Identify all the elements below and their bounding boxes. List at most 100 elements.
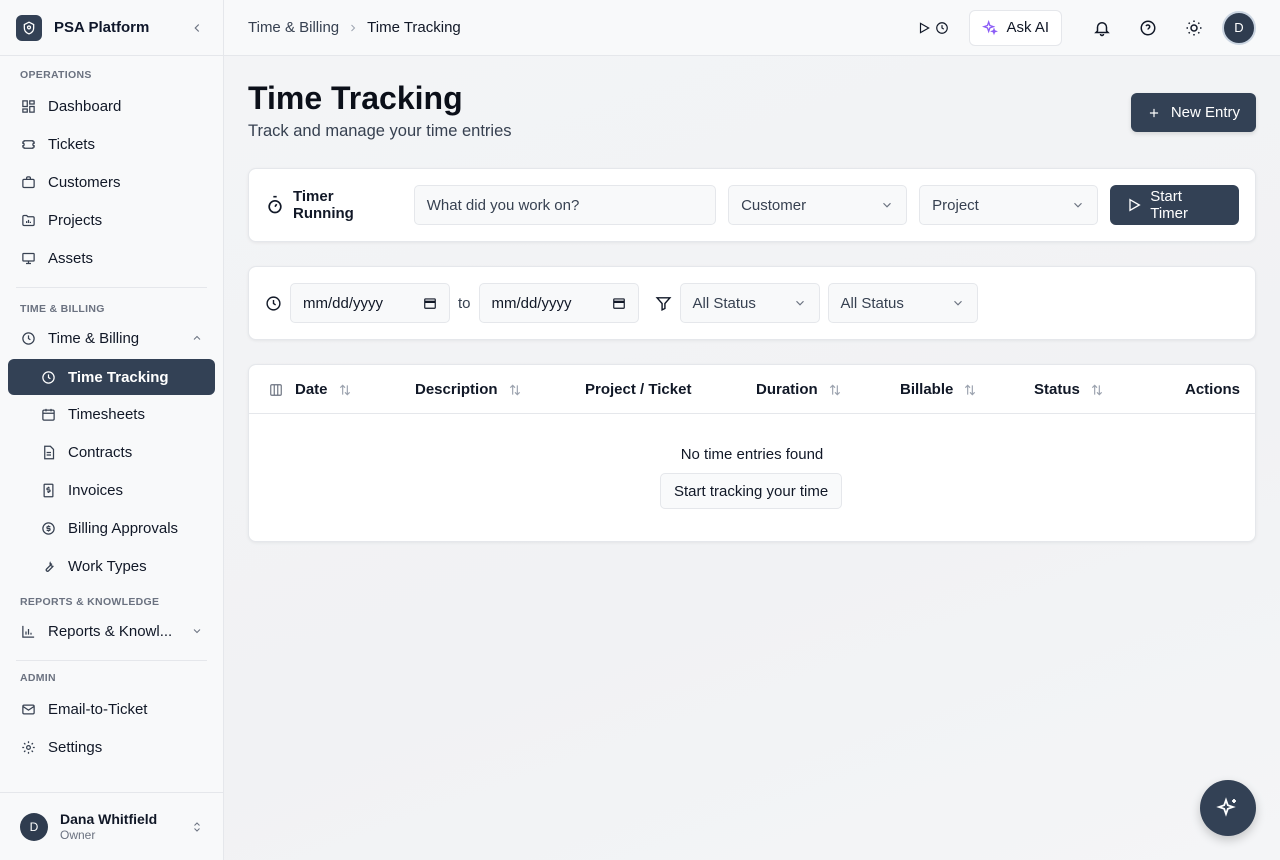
avatar: D	[20, 812, 48, 841]
billable-filter-select[interactable]: All Status	[827, 283, 978, 323]
mail-icon	[20, 701, 36, 717]
column-duration[interactable]: Duration	[756, 365, 842, 414]
sidebar-item-time-billing[interactable]: Time & Billing	[8, 320, 215, 356]
monitor-icon	[20, 250, 36, 266]
column-label: Project / Ticket	[585, 381, 692, 398]
sidebar-item-label: Settings	[48, 738, 103, 756]
clock-icon	[935, 21, 949, 35]
start-tracking-button[interactable]: Start tracking your time	[660, 473, 843, 509]
chevron-down-icon	[880, 198, 894, 212]
sidebar-item-label: Customers	[48, 173, 121, 191]
sidebar-item-invoices[interactable]: Invoices	[8, 472, 215, 508]
timer-status-label: Timer Running	[293, 188, 354, 222]
section-label-admin: ADMIN	[20, 672, 56, 684]
sidebar-item-time-tracking[interactable]: Time Tracking	[8, 359, 215, 395]
sort-arrows-icon	[963, 383, 977, 397]
sidebar-item-email-to-ticket[interactable]: Email-to-Ticket	[8, 691, 215, 727]
status-filter-select[interactable]: All Status	[679, 283, 820, 323]
brand-name: PSA Platform	[54, 19, 150, 36]
ai-assistant-fab[interactable]	[1200, 780, 1256, 836]
clock-icon	[40, 369, 56, 385]
sidebar-divider	[16, 660, 207, 661]
gear-icon	[20, 739, 36, 755]
bell-icon[interactable]	[1084, 10, 1120, 46]
chevron-down-icon	[1071, 198, 1085, 212]
brand: PSA Platform	[0, 0, 223, 56]
sidebar-item-label: Reports & Knowl...	[48, 622, 173, 640]
wrench-icon	[40, 558, 56, 574]
date-range-to-label: to	[458, 294, 471, 312]
sparkles-icon	[982, 19, 999, 36]
sparkles-icon	[1216, 796, 1240, 820]
section-label-time-billing: TIME & BILLING	[20, 303, 105, 315]
sidebar-item-label: Timesheets	[68, 405, 145, 423]
section-label-reports: REPORTS & KNOWLEDGE	[20, 596, 160, 608]
bar-chart-icon	[20, 623, 36, 639]
customer-select[interactable]: Customer	[728, 185, 908, 225]
calendar-icon[interactable]	[423, 296, 437, 310]
breadcrumb-time-billing[interactable]: Time & Billing	[248, 19, 339, 36]
start-timer-button[interactable]: Start Timer	[1110, 185, 1239, 225]
sidebar-item-label: Projects	[48, 211, 103, 229]
sidebar-item-work-types[interactable]: Work Types	[8, 548, 215, 584]
sidebar-item-assets[interactable]: Assets	[8, 240, 215, 276]
sidebar-item-projects[interactable]: Projects	[8, 202, 215, 238]
section-label-operations: OPERATIONS	[20, 69, 92, 81]
project-select[interactable]: Project	[919, 185, 1099, 225]
sun-icon[interactable]	[1176, 10, 1212, 46]
column-date[interactable]: Date	[295, 365, 352, 414]
calendar-icon	[40, 406, 56, 422]
column-description[interactable]: Description	[415, 365, 522, 414]
user-role: Owner	[60, 828, 96, 842]
timer-status: Timer Running	[265, 188, 398, 222]
column-status[interactable]: Status	[1034, 365, 1104, 414]
column-label: Billable	[900, 381, 954, 398]
timer-description-input[interactable]: What did you work on?	[413, 185, 717, 225]
column-label: Description	[415, 381, 498, 398]
ask-ai-button[interactable]: Ask AI	[969, 9, 1062, 46]
column-visibility-button[interactable]	[269, 365, 283, 414]
project-select-value: Project	[932, 196, 979, 214]
topbar: Time & Billing Time Tracking Ask AI D	[224, 0, 1280, 56]
sidebar-item-contracts[interactable]: Contracts	[8, 434, 215, 470]
stopwatch-icon	[265, 195, 285, 215]
sidebar-item-tickets[interactable]: Tickets	[8, 126, 215, 162]
breadcrumb-time-tracking: Time Tracking	[367, 19, 461, 36]
sidebar-divider	[16, 287, 207, 288]
clock-icon	[265, 295, 282, 312]
column-label: Duration	[756, 381, 818, 398]
play-icon	[1126, 197, 1142, 213]
ticket-icon	[20, 136, 36, 152]
sidebar-item-reports[interactable]: Reports & Knowl...	[8, 613, 215, 649]
filter-card: mm/dd/yyyy to mm/dd/yyyy All Status All …	[248, 266, 1256, 340]
new-entry-button[interactable]: New Entry	[1130, 93, 1256, 132]
date-to-input[interactable]: mm/dd/yyyy	[478, 283, 639, 323]
column-billable[interactable]: Billable	[900, 365, 977, 414]
status-filter-value: All Status	[692, 294, 756, 312]
column-label: Actions	[1185, 381, 1241, 398]
new-entry-label: New Entry	[1170, 104, 1240, 121]
sidebar-item-dashboard[interactable]: Dashboard	[8, 88, 215, 124]
sidebar-item-timesheets[interactable]: Timesheets	[8, 396, 215, 432]
date-from-input[interactable]: mm/dd/yyyy	[290, 283, 450, 323]
sidebar-item-label: Email-to-Ticket	[48, 700, 148, 718]
help-circle-icon[interactable]	[1130, 10, 1166, 46]
dashboard-grid-icon	[20, 98, 36, 114]
calendar-icon[interactable]	[612, 296, 626, 310]
quick-timer-button[interactable]	[917, 21, 949, 35]
dollar-circle-icon	[40, 520, 56, 536]
date-to-value: mm/dd/yyyy	[491, 294, 572, 312]
sidebar-item-settings[interactable]: Settings	[8, 729, 215, 765]
sidebar-item-billing-approvals[interactable]: Billing Approvals	[8, 510, 215, 546]
ask-ai-label: Ask AI	[1006, 19, 1049, 36]
folder-chart-icon	[20, 212, 36, 228]
avatar[interactable]: D	[1222, 10, 1256, 45]
sidebar-item-customers[interactable]: Customers	[8, 164, 215, 200]
sidebar-item-label: Assets	[48, 249, 94, 267]
billable-filter-value: All Status	[840, 294, 904, 312]
collapse-sidebar-chevron-left-icon[interactable]	[187, 18, 207, 38]
time-entries-table: Date Description Project / Ticket Durati…	[248, 364, 1256, 542]
sort-arrows-icon	[1090, 383, 1104, 397]
user-menu[interactable]: D Dana Whitfield Owner	[0, 792, 223, 860]
sort-arrows-icon	[338, 383, 352, 397]
